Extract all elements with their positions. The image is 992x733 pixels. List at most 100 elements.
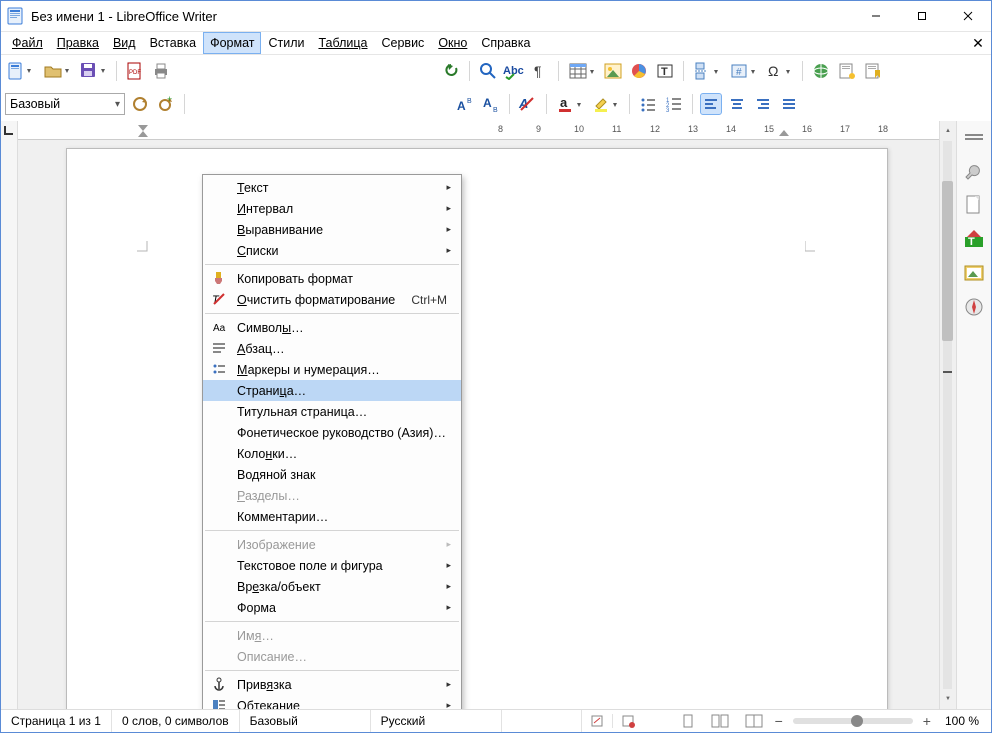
menu-item-page[interactable]: Страница… bbox=[203, 380, 461, 401]
clear-format-icon[interactable]: A bbox=[517, 93, 539, 115]
paintbrush-icon bbox=[211, 270, 227, 286]
menu-item-wrap[interactable]: Обтекание▸ bbox=[203, 695, 461, 709]
menu-item-frame-object[interactable]: Врезка/объект▸ bbox=[203, 576, 461, 597]
menu-item-anchor[interactable]: Привязка▸ bbox=[203, 674, 461, 695]
zoom-slider-knob[interactable] bbox=[851, 715, 863, 727]
menu-item-lists[interactable]: Списки▸ bbox=[203, 240, 461, 261]
menu-tools[interactable]: Сервис bbox=[375, 32, 432, 54]
zoom-in-button[interactable]: + bbox=[919, 713, 935, 729]
highlight-color-icon[interactable] bbox=[590, 93, 622, 115]
menu-item-bullets-numbering[interactable]: Маркеры и нумерация… bbox=[203, 359, 461, 380]
scroll-thumb[interactable] bbox=[942, 181, 953, 341]
svg-text:Ω: Ω bbox=[768, 63, 778, 79]
menu-item-watermark[interactable]: Водяной знак bbox=[203, 464, 461, 485]
insert-chart-icon[interactable] bbox=[628, 60, 650, 82]
document-close-icon[interactable]: ✕ bbox=[969, 35, 987, 52]
status-page[interactable]: Страница 1 из 1 bbox=[1, 710, 112, 732]
menu-format[interactable]: Формат bbox=[203, 32, 261, 54]
menu-insert[interactable]: Вставка bbox=[143, 32, 203, 54]
status-insert-mode[interactable] bbox=[502, 710, 582, 732]
scroll-up-icon[interactable]: ▲ bbox=[940, 123, 956, 139]
print-icon[interactable] bbox=[150, 60, 172, 82]
menu-item-phonetic[interactable]: Фонетическое руководство (Азия)… bbox=[203, 422, 461, 443]
menu-file[interactable]: Файл bbox=[5, 32, 50, 54]
align-left-icon[interactable] bbox=[700, 93, 722, 115]
menu-item-paragraph[interactable]: Абзац… bbox=[203, 338, 461, 359]
menu-item-columns[interactable]: Колонки… bbox=[203, 443, 461, 464]
right-indent-marker-icon[interactable] bbox=[778, 129, 790, 137]
view-multi-page-icon[interactable] bbox=[703, 713, 737, 729]
menu-item-textbox-shape[interactable]: Текстовое поле и фигура▸ bbox=[203, 555, 461, 576]
menu-item-comments[interactable]: Комментарии… bbox=[203, 506, 461, 527]
sidebar-page-icon[interactable] bbox=[962, 193, 986, 217]
menu-item-form[interactable]: Форма▸ bbox=[203, 597, 461, 618]
subscript-icon[interactable]: AB bbox=[480, 93, 502, 115]
vertical-scrollbar[interactable]: ▲ ▼ bbox=[939, 121, 956, 709]
find-icon[interactable] bbox=[477, 60, 499, 82]
window-maximize-button[interactable] bbox=[899, 1, 945, 31]
paragraph-icon bbox=[211, 340, 227, 356]
sidebar-styles-icon[interactable]: T bbox=[962, 227, 986, 251]
menu-table[interactable]: Таблица bbox=[311, 32, 374, 54]
view-book-icon[interactable] bbox=[737, 713, 771, 729]
menu-item-text[interactable]: Текст▸ bbox=[203, 177, 461, 198]
menu-item-title-page[interactable]: Титульная страница… bbox=[203, 401, 461, 422]
insert-image-icon[interactable] bbox=[602, 60, 624, 82]
status-signature[interactable] bbox=[582, 714, 612, 728]
menu-window[interactable]: Окно bbox=[431, 32, 474, 54]
new-style-icon[interactable]: + bbox=[155, 93, 177, 115]
status-style[interactable]: Базовый bbox=[240, 710, 371, 732]
menu-styles[interactable]: Стили bbox=[261, 32, 311, 54]
new-doc-icon[interactable] bbox=[5, 60, 37, 82]
insert-table-icon[interactable] bbox=[566, 60, 598, 82]
menu-help[interactable]: Справка bbox=[474, 32, 537, 54]
bullets-icon[interactable] bbox=[637, 93, 659, 115]
window-minimize-button[interactable] bbox=[853, 1, 899, 31]
view-single-page-icon[interactable] bbox=[673, 713, 703, 729]
status-language[interactable]: Русский bbox=[371, 710, 502, 732]
insert-symbol-icon[interactable]: Ω bbox=[763, 60, 795, 82]
formatting-marks-icon[interactable]: ¶ bbox=[529, 60, 551, 82]
zoom-slider[interactable] bbox=[793, 718, 913, 724]
menu-item-clone-formatting[interactable]: Копировать формат bbox=[203, 268, 461, 289]
document-area[interactable] bbox=[18, 140, 939, 709]
zoom-value[interactable]: 100 % bbox=[935, 710, 991, 732]
font-color-icon[interactable]: a bbox=[554, 93, 586, 115]
menu-view[interactable]: Вид bbox=[106, 32, 143, 54]
sidebar-properties-icon[interactable] bbox=[962, 159, 986, 183]
insert-textbox-icon[interactable]: T bbox=[654, 60, 676, 82]
status-save-indicator[interactable] bbox=[612, 714, 643, 728]
update-style-icon[interactable] bbox=[129, 93, 151, 115]
spellcheck-icon[interactable]: Abc bbox=[503, 60, 525, 82]
menu-item-character[interactable]: Aa Символы… bbox=[203, 317, 461, 338]
superscript-icon[interactable]: AB bbox=[454, 93, 476, 115]
undo-redo-icon[interactable] bbox=[440, 60, 462, 82]
vertical-ruler[interactable] bbox=[1, 121, 18, 709]
sidebar-settings-icon[interactable] bbox=[962, 125, 986, 149]
menu-item-clear-formatting[interactable]: T Очистить форматирование Ctrl+M bbox=[203, 289, 461, 310]
align-justify-icon[interactable] bbox=[778, 93, 800, 115]
scroll-down-icon[interactable]: ▼ bbox=[940, 691, 956, 707]
menu-item-alignment[interactable]: Выравнивание▸ bbox=[203, 219, 461, 240]
paragraph-style-combo[interactable]: Базовый ▾ bbox=[5, 93, 125, 115]
status-wordcount[interactable]: 0 слов, 0 символов bbox=[112, 710, 240, 732]
horizontal-ruler[interactable]: 8 9 10 11 12 13 14 15 16 17 18 bbox=[18, 121, 939, 140]
open-icon[interactable] bbox=[41, 60, 73, 82]
insert-bookmark-icon[interactable] bbox=[862, 60, 884, 82]
save-icon[interactable] bbox=[77, 60, 109, 82]
menu-edit[interactable]: Правка bbox=[50, 32, 106, 54]
insert-pagebreak-icon[interactable] bbox=[691, 60, 723, 82]
indent-marker-icon[interactable] bbox=[136, 123, 150, 137]
export-pdf-icon[interactable]: PDF bbox=[124, 60, 146, 82]
insert-hyperlink-icon[interactable] bbox=[810, 60, 832, 82]
sidebar-navigator-icon[interactable] bbox=[962, 295, 986, 319]
align-center-icon[interactable] bbox=[726, 93, 748, 115]
window-close-button[interactable] bbox=[945, 1, 991, 31]
insert-field-icon[interactable]: # bbox=[727, 60, 759, 82]
align-right-icon[interactable] bbox=[752, 93, 774, 115]
sidebar-gallery-icon[interactable] bbox=[962, 261, 986, 285]
insert-endnote-icon[interactable] bbox=[836, 60, 858, 82]
zoom-out-button[interactable]: − bbox=[771, 713, 787, 729]
menu-item-spacing[interactable]: Интервал▸ bbox=[203, 198, 461, 219]
numbering-icon[interactable]: 123 bbox=[663, 93, 685, 115]
